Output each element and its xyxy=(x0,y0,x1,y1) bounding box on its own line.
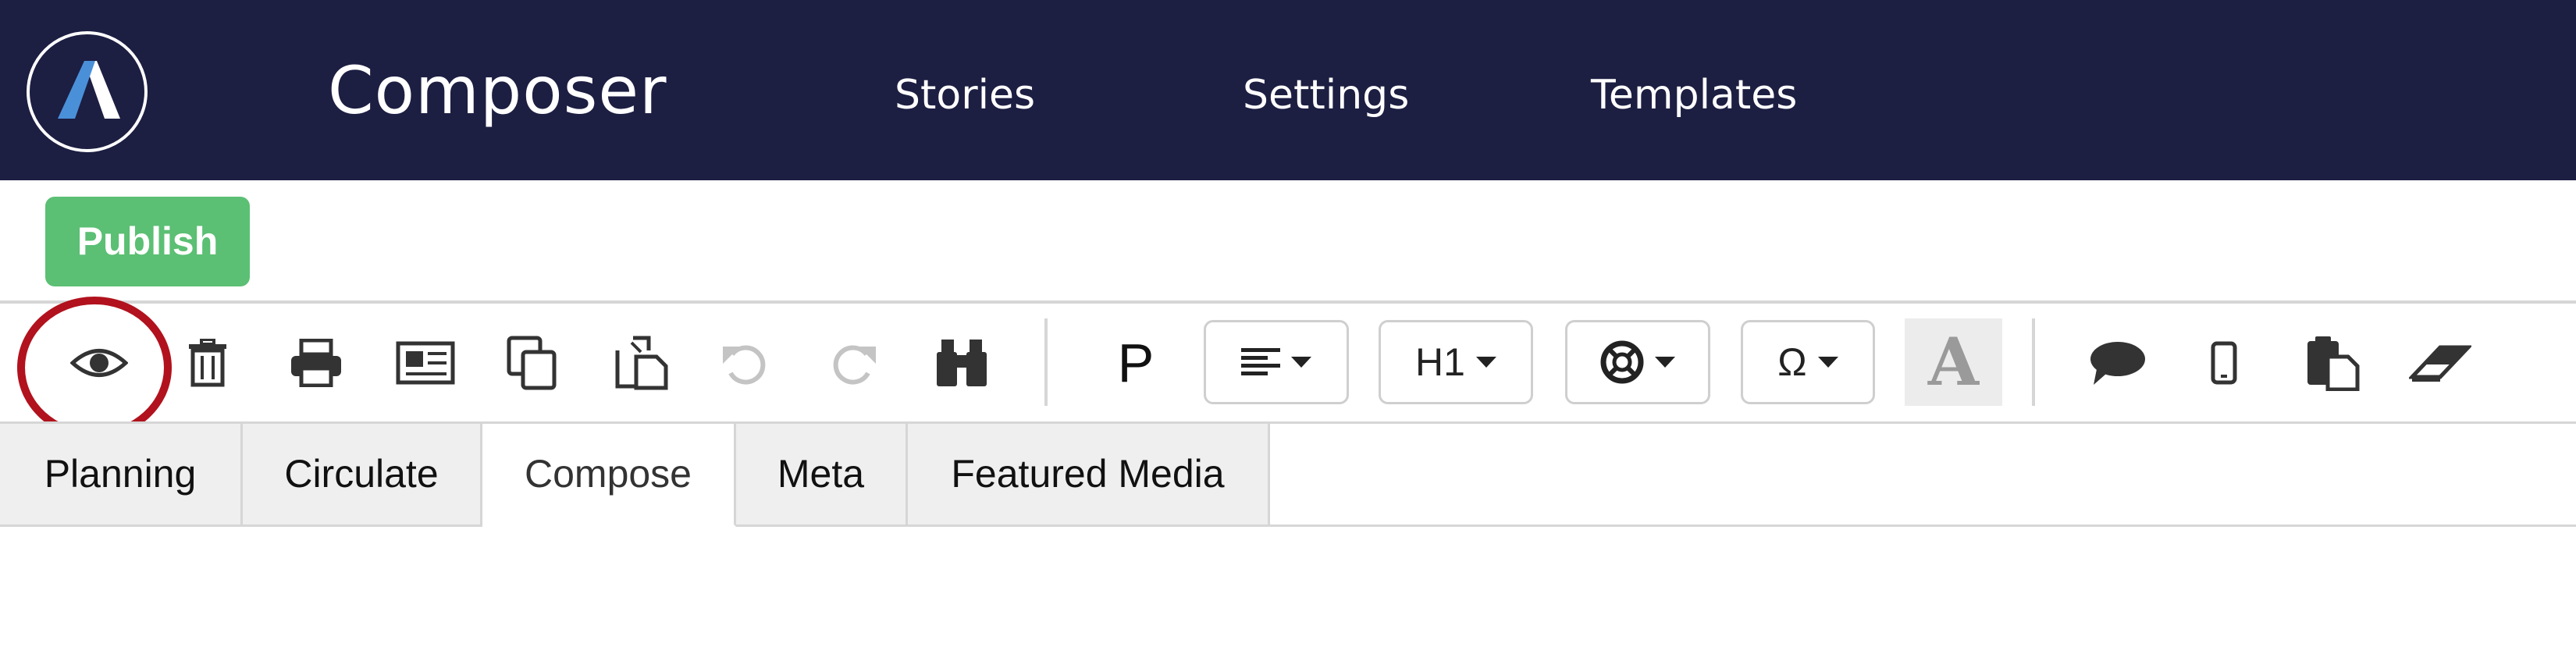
eraser-icon xyxy=(2409,345,2471,382)
trash-icon xyxy=(189,339,226,387)
newspaper-button[interactable] xyxy=(382,320,468,406)
paste-from-word-icon xyxy=(2307,336,2360,391)
nav-stories[interactable]: Stories xyxy=(895,67,1035,123)
toolbar-separator xyxy=(2032,318,2035,406)
heading-dropdown-label: H1 xyxy=(1415,340,1465,384)
logo-icon xyxy=(58,61,120,119)
app-header: Composer Stories Settings Templates xyxy=(0,0,2576,180)
paragraph-format-button[interactable]: P xyxy=(1101,320,1171,406)
tab-circulate[interactable]: Circulate xyxy=(243,424,482,527)
undo-icon xyxy=(723,345,766,385)
heading-dropdown[interactable]: H1 xyxy=(1379,320,1533,404)
comment-button[interactable] xyxy=(2075,320,2161,406)
find-button[interactable] xyxy=(919,320,1005,406)
omega-icon: Ω xyxy=(1777,340,1807,384)
alignment-dropdown[interactable] xyxy=(1204,320,1349,404)
toolbar-separator xyxy=(1044,318,1048,406)
chevron-down-icon xyxy=(1475,357,1496,368)
nav-settings[interactable]: Settings xyxy=(1243,67,1409,123)
toolbar-divider xyxy=(0,300,2576,304)
newspaper-icon xyxy=(396,341,455,385)
undo-button[interactable] xyxy=(703,320,788,406)
tab-planning[interactable]: Planning xyxy=(0,424,243,527)
clear-formatting-button[interactable] xyxy=(2397,320,2483,406)
paste-icon xyxy=(615,336,668,390)
tab-baseline xyxy=(1270,524,2576,527)
preview-button[interactable] xyxy=(56,320,142,406)
align-left-icon xyxy=(1241,348,1280,375)
logo[interactable] xyxy=(27,31,148,152)
chevron-down-icon xyxy=(1817,357,1838,368)
print-button[interactable] xyxy=(273,320,359,406)
redo-button[interactable] xyxy=(810,320,896,406)
delete-button[interactable] xyxy=(165,320,251,406)
help-dropdown[interactable] xyxy=(1565,320,1710,404)
comment-icon xyxy=(2090,342,2145,385)
binoculars-icon xyxy=(937,340,987,386)
tab-featured-media[interactable]: Featured Media xyxy=(908,424,1270,527)
eye-icon xyxy=(70,349,128,377)
font-color-button[interactable]: A xyxy=(1905,318,2002,406)
copy-button[interactable] xyxy=(490,320,576,406)
paste-button[interactable] xyxy=(599,320,685,406)
life-ring-icon xyxy=(1600,340,1644,384)
nav-templates[interactable]: Templates xyxy=(1591,67,1797,123)
special-character-dropdown[interactable]: Ω xyxy=(1741,320,1875,404)
tab-meta[interactable]: Meta xyxy=(736,424,908,527)
mobile-icon xyxy=(2211,341,2237,385)
tab-compose[interactable]: Compose xyxy=(482,424,736,527)
paste-from-word-button[interactable] xyxy=(2290,320,2375,406)
app-title: Composer xyxy=(328,52,667,129)
print-icon xyxy=(291,339,341,387)
copy-icon xyxy=(507,336,557,390)
mobile-preview-button[interactable] xyxy=(2181,320,2267,406)
chevron-down-icon xyxy=(1655,357,1675,368)
chevron-down-icon xyxy=(1291,357,1311,368)
redo-icon xyxy=(833,345,876,385)
publish-button[interactable]: Publish xyxy=(45,197,250,286)
